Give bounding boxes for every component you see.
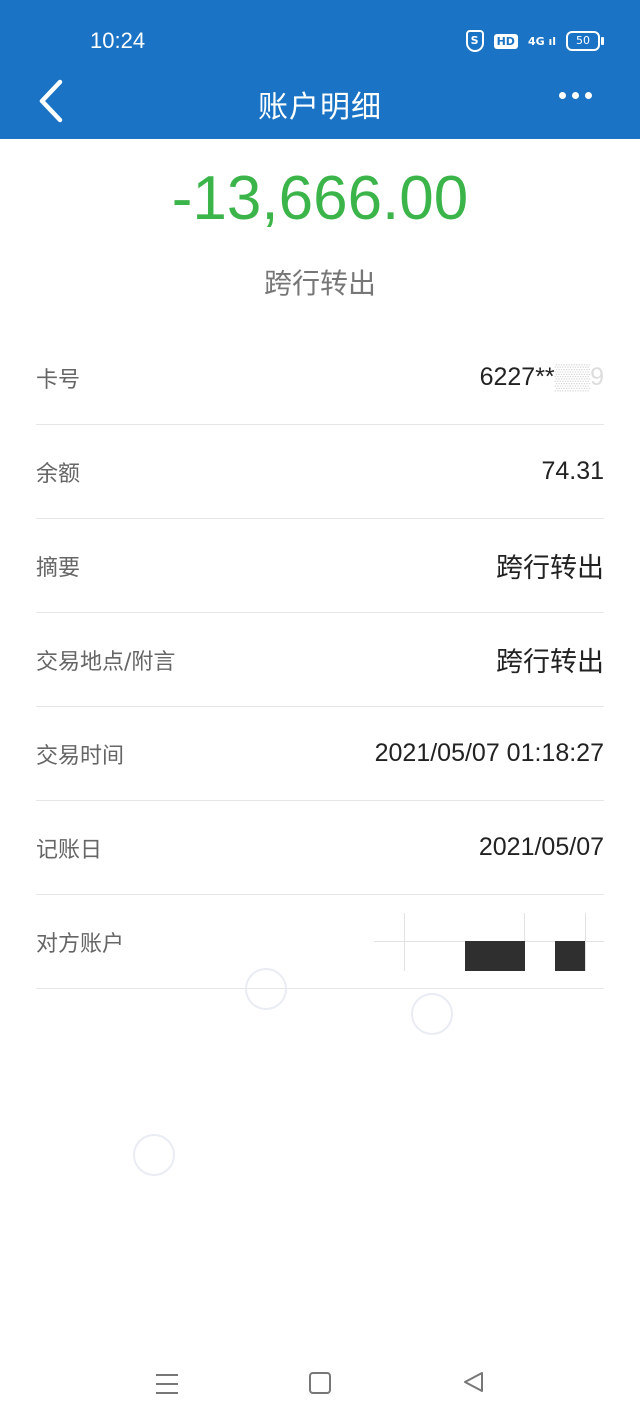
detail-row-counterparty: 对方账户 — [36, 895, 604, 989]
redaction-line — [585, 912, 586, 971]
home-square-icon[interactable] — [309, 1372, 331, 1394]
posting-value: 2021/05/07 — [478, 833, 604, 861]
signal-icon: 4G ıl — [528, 35, 556, 48]
decorative-circle — [245, 968, 287, 1010]
counterparty-redacted — [374, 912, 604, 971]
summary-value: 跨行转出 — [496, 553, 604, 584]
redaction-line — [404, 912, 405, 971]
system-navigation-bar — [0, 1360, 640, 1410]
decorative-circle — [133, 1134, 175, 1176]
status-icons: S HD 4G ıl 50 — [465, 30, 604, 52]
time-label: 交易时间 — [36, 743, 125, 769]
more-horizontal-icon — [559, 92, 566, 99]
detail-list: 卡号 6227**▒▒9 余额 74.31 摘要 跨行转出 交易地点/附言 跨行… — [36, 331, 604, 989]
card-number-tail: 9 — [590, 363, 604, 391]
battery-icon: 50 — [566, 31, 604, 51]
hd-icon: HD — [493, 33, 518, 49]
more-dot — [572, 92, 579, 99]
card-number-blur: ▒▒ — [554, 363, 591, 391]
counterparty-label: 对方账户 — [36, 931, 125, 957]
balance-label: 余额 — [36, 461, 81, 487]
detail-row-balance: 余额 74.31 — [36, 425, 604, 519]
status-time: 10:24 — [90, 28, 146, 53]
balance-value: 74.31 — [541, 457, 604, 485]
back-triangle-icon[interactable] — [462, 1370, 486, 1394]
app-header: 10:24 S HD 4G ıl 50 账户明细 — [0, 0, 640, 139]
shield-icon: S — [465, 30, 484, 52]
transaction-amount: -13,666.00 — [171, 164, 469, 233]
detail-row-time: 交易时间 2021/05/07 01:18:27 — [36, 707, 604, 801]
transaction-type: 跨行转出 — [263, 267, 376, 300]
detail-row-location: 交易地点/附言 跨行转出 — [36, 613, 604, 707]
page-title: 账户明细 — [258, 90, 382, 125]
menu-icon[interactable] — [156, 1374, 178, 1401]
detail-row-posting: 记账日 2021/05/07 — [36, 801, 604, 895]
signal-bars-icon: ıl — [544, 34, 556, 48]
detail-row-summary: 摘要 跨行转出 — [36, 519, 604, 613]
detail-row-card: 卡号 6227**▒▒9 — [36, 331, 604, 425]
posting-label: 记账日 — [36, 837, 103, 863]
redaction-block — [555, 940, 585, 971]
time-value: 2021/05/07 01:18:27 — [374, 739, 604, 767]
location-label: 交易地点/附言 — [36, 649, 176, 675]
summary-label: 摘要 — [36, 555, 81, 581]
card-label: 卡号 — [36, 367, 81, 393]
location-value: 跨行转出 — [496, 647, 604, 678]
network-label: 4G — [527, 34, 545, 48]
card-number-visible: 6227** — [479, 363, 555, 391]
more-dot — [585, 92, 592, 99]
card-number: 6227**▒▒9 — [480, 363, 604, 392]
more-button[interactable] — [559, 92, 592, 99]
redaction-block — [465, 940, 525, 971]
decorative-circle — [411, 993, 453, 1035]
